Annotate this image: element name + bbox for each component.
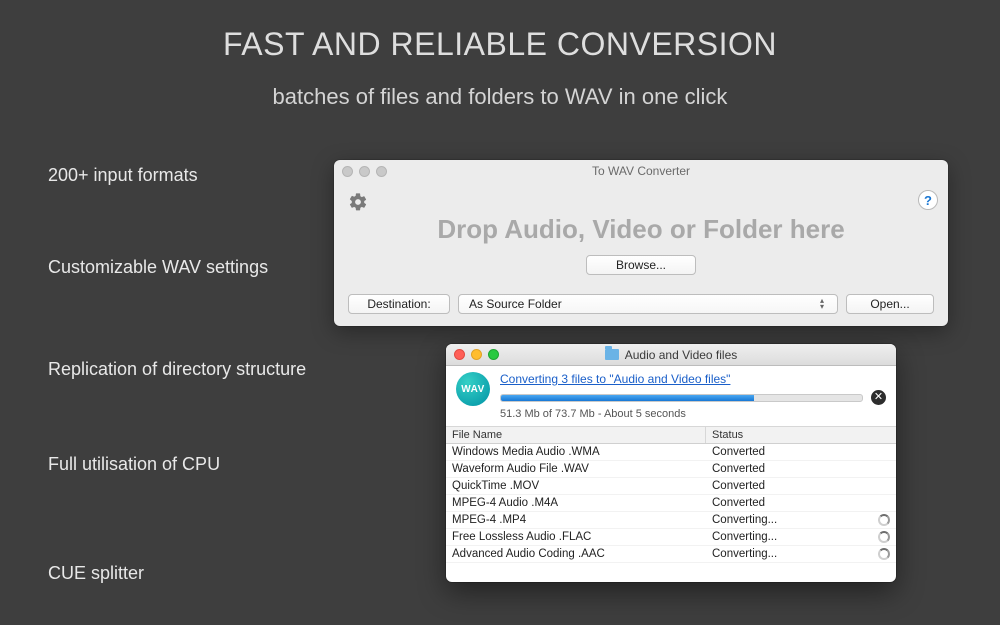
wav-badge-icon: WAV bbox=[456, 372, 490, 406]
traffic-light-close-icon[interactable] bbox=[342, 166, 353, 177]
window-titlebar: Audio and Video files bbox=[446, 344, 896, 366]
file-name-cell: QuickTime .MOV bbox=[446, 480, 706, 492]
file-list: Windows Media Audio .WMAConvertedWavefor… bbox=[446, 444, 896, 563]
conversion-status-link[interactable]: Converting 3 files to "Audio and Video f… bbox=[500, 372, 730, 386]
spinner-icon bbox=[878, 514, 890, 526]
feature-item: Full utilisation of CPU bbox=[48, 454, 220, 475]
feature-item: Customizable WAV settings bbox=[48, 257, 268, 278]
table-row[interactable]: QuickTime .MOVConverted bbox=[446, 478, 896, 495]
main-converter-window: To WAV Converter ? Drop Audio, Video or … bbox=[334, 160, 948, 326]
help-button[interactable]: ? bbox=[918, 190, 938, 210]
progress-detail-text: 51.3 Mb of 73.7 Mb - About 5 seconds bbox=[500, 408, 886, 420]
traffic-light-minimize-icon[interactable] bbox=[471, 349, 482, 360]
file-status-cell: Converting... bbox=[706, 548, 896, 560]
file-name-cell: MPEG-4 .MP4 bbox=[446, 514, 706, 526]
chevron-up-down-icon: ▴▾ bbox=[820, 297, 832, 311]
table-row[interactable]: Free Lossless Audio .FLACConverting... bbox=[446, 529, 896, 546]
window-titlebar: To WAV Converter bbox=[334, 160, 948, 182]
table-header: File Name Status bbox=[446, 426, 896, 444]
page-headline: FAST AND RELIABLE CONVERSION bbox=[0, 26, 1000, 63]
file-status-cell: Converting... bbox=[706, 531, 896, 543]
file-name-cell: MPEG-4 Audio .M4A bbox=[446, 497, 706, 509]
table-row[interactable]: Waveform Audio File .WAVConverted bbox=[446, 461, 896, 478]
spinner-icon bbox=[878, 531, 890, 543]
traffic-light-zoom-icon[interactable] bbox=[488, 349, 499, 360]
feature-item: 200+ input formats bbox=[48, 165, 198, 186]
progress-bar bbox=[500, 394, 863, 402]
browse-button[interactable]: Browse... bbox=[586, 255, 696, 275]
file-status-cell: Converted bbox=[706, 463, 896, 475]
table-row[interactable]: MPEG-4 Audio .M4AConverted bbox=[446, 495, 896, 512]
destination-select[interactable]: As Source Folder ▴▾ bbox=[458, 294, 838, 314]
traffic-light-minimize-icon[interactable] bbox=[359, 166, 370, 177]
file-status-cell: Converted bbox=[706, 497, 896, 509]
file-name-cell: Waveform Audio File .WAV bbox=[446, 463, 706, 475]
feature-item: CUE splitter bbox=[48, 563, 144, 584]
file-name-cell: Free Lossless Audio .FLAC bbox=[446, 531, 706, 543]
traffic-light-zoom-icon[interactable] bbox=[376, 166, 387, 177]
column-header-name[interactable]: File Name bbox=[446, 427, 706, 443]
open-button[interactable]: Open... bbox=[846, 294, 934, 314]
traffic-light-close-icon[interactable] bbox=[454, 349, 465, 360]
settings-gear-icon[interactable] bbox=[348, 192, 368, 212]
destination-select-value: As Source Folder bbox=[469, 297, 562, 311]
table-row[interactable]: MPEG-4 .MP4Converting... bbox=[446, 512, 896, 529]
progress-window: Audio and Video files WAV Converting 3 f… bbox=[446, 344, 896, 582]
table-row[interactable]: Advanced Audio Coding .AACConverting... bbox=[446, 546, 896, 563]
feature-item: Replication of directory structure bbox=[48, 359, 306, 380]
file-name-cell: Windows Media Audio .WMA bbox=[446, 446, 706, 458]
table-row[interactable]: Windows Media Audio .WMAConverted bbox=[446, 444, 896, 461]
cancel-button[interactable]: ✕ bbox=[871, 390, 886, 405]
dropzone-region[interactable]: Drop Audio, Video or Folder here Browse.… bbox=[378, 214, 904, 275]
dropzone-label: Drop Audio, Video or Folder here bbox=[378, 214, 904, 245]
spinner-icon bbox=[878, 548, 890, 560]
file-status-cell: Converted bbox=[706, 480, 896, 492]
file-name-cell: Advanced Audio Coding .AAC bbox=[446, 548, 706, 560]
file-status-cell: Converting... bbox=[706, 514, 896, 526]
page-subheadline: batches of files and folders to WAV in o… bbox=[0, 84, 1000, 110]
file-status-cell: Converted bbox=[706, 446, 896, 458]
folder-icon bbox=[605, 349, 619, 360]
window-title: Audio and Video files bbox=[625, 348, 738, 362]
destination-label-button[interactable]: Destination: bbox=[348, 294, 450, 314]
column-header-status[interactable]: Status bbox=[706, 427, 896, 443]
window-title: To WAV Converter bbox=[334, 164, 948, 178]
progress-bar-fill bbox=[501, 395, 754, 401]
